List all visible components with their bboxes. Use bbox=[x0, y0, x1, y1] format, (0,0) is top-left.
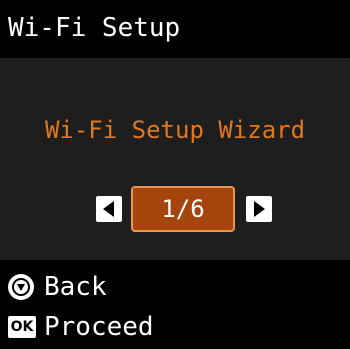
stop-icon bbox=[8, 274, 34, 300]
triangle-right-icon bbox=[254, 201, 265, 217]
back-button[interactable]: Back bbox=[8, 270, 107, 304]
back-label: Back bbox=[44, 272, 107, 302]
page-indicator[interactable]: 1/6 bbox=[131, 186, 235, 232]
wizard-option-label: Wi-Fi Setup Wizard bbox=[44, 116, 306, 144]
button-legend: Back OK Proceed bbox=[0, 260, 350, 349]
previous-page-button[interactable] bbox=[96, 196, 122, 222]
ok-key-icon: OK bbox=[8, 316, 36, 338]
ok-button[interactable]: OK Proceed bbox=[8, 310, 154, 344]
pager: 1/6 bbox=[0, 186, 350, 234]
page-title: Wi-Fi Setup bbox=[8, 13, 181, 43]
triangle-left-icon bbox=[103, 201, 114, 217]
content-panel: Wi-Fi Setup Wizard 1/6 bbox=[0, 58, 350, 260]
proceed-label: Proceed bbox=[44, 312, 154, 342]
next-page-button[interactable] bbox=[246, 196, 272, 222]
title-bar: Wi-Fi Setup bbox=[0, 0, 350, 58]
lcd-screen: Wi-Fi Setup Wi-Fi Setup Wizard 1/6 Back … bbox=[0, 0, 350, 349]
